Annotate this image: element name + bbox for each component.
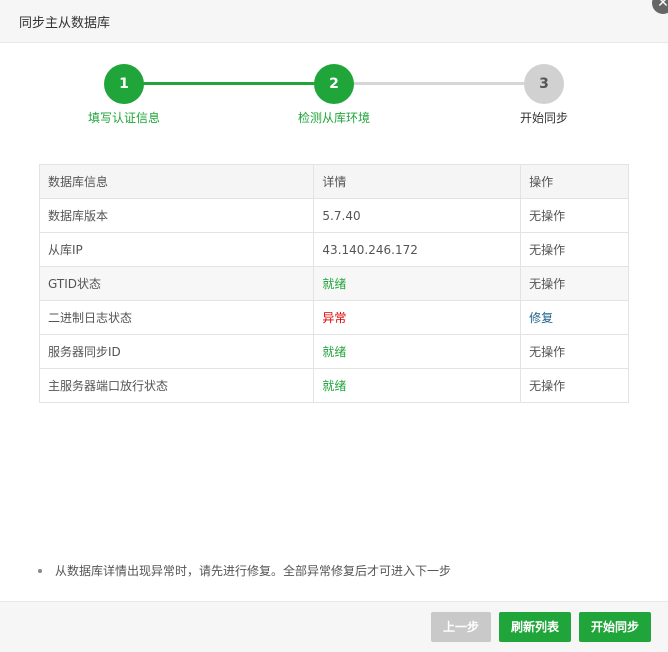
hint-text: 从数据库详情出现异常时，请先进行修复。全部异常修复后才可进入下一步 [55,564,452,578]
table-row: 数据库版本 5.7.40 无操作 [38,198,629,233]
step-2-label: 检测从库环境 [297,111,370,125]
row-detail: 5.7.40 [313,198,522,233]
step-3-label: 开始同步 [519,111,568,125]
row-name: 二进制日志状态 [38,300,315,335]
step-connector-1 [124,82,334,85]
dialog-footer: 上一步 刷新列表 开始同步 [0,601,668,652]
bullet-icon [38,568,42,573]
status-ready: 就绪 [313,334,522,369]
header-action: 操作 [520,164,629,199]
repair-link[interactable]: 修复 [520,300,629,335]
status-error: 异常 [313,300,522,335]
table-row: 服务器同步ID 就绪 无操作 [38,334,629,369]
step-1-circle: 1 [104,64,144,104]
step-connector-2 [334,82,544,85]
row-name: 服务器同步ID [38,334,315,369]
header-detail: 详情 [313,164,522,199]
table-row: GTID状态 就绪 无操作 [38,266,629,301]
step-3-circle: 3 [524,64,564,104]
status-ready: 就绪 [313,266,522,301]
db-check-table: 数据库信息 详情 操作 数据库版本 5.7.40 无操作 从库IP 43.140… [38,164,629,403]
row-action: 无操作 [520,198,629,233]
row-name: 主服务器端口放行状态 [38,368,315,403]
dialog-title: 同步主从数据库 [19,16,111,31]
prev-step-button[interactable]: 上一步 [431,612,491,642]
row-detail: 43.140.246.172 [313,232,522,267]
row-name: 数据库版本 [38,198,315,233]
row-action: 无操作 [520,368,629,403]
row-action: 无操作 [520,232,629,267]
row-name: 从库IP [38,232,315,267]
header-db-info: 数据库信息 [38,164,315,199]
step-1-label: 填写认证信息 [87,111,160,125]
start-sync-button[interactable]: 开始同步 [579,612,651,642]
refresh-list-button[interactable]: 刷新列表 [499,612,571,642]
dialog-header: 同步主从数据库 [0,0,668,43]
hint-note: 从数据库详情出现异常时，请先进行修复。全部异常修复后才可进入下一步 [38,562,451,579]
status-ready: 就绪 [313,368,522,403]
table-row: 主服务器端口放行状态 就绪 无操作 [38,368,629,403]
row-name: GTID状态 [38,266,315,301]
step-2-circle: 2 [314,64,354,104]
table-row: 从库IP 43.140.246.172 无操作 [38,232,629,267]
row-action: 无操作 [520,334,629,369]
table-row: 二进制日志状态 异常 修复 [38,300,629,335]
table-header-row: 数据库信息 详情 操作 [38,164,629,199]
row-action: 无操作 [520,266,629,301]
